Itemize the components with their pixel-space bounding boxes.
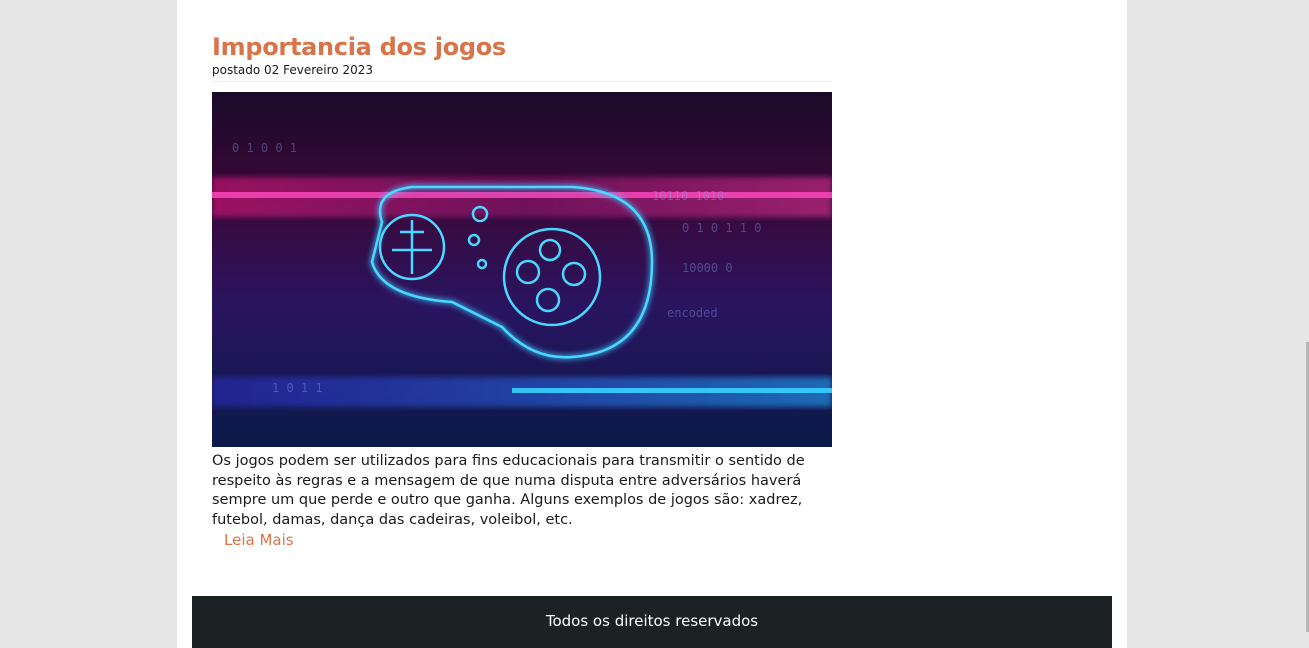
svg-text:0 1 0 1 1 0: 0 1 0 1 1 0 bbox=[682, 221, 761, 235]
footer-text: Todos os direitos reservados bbox=[545, 612, 759, 630]
post-body: Os jogos podem ser utilizados para fins … bbox=[212, 453, 805, 528]
post-date: postado 02 Fevereiro 2023 bbox=[212, 63, 373, 77]
read-more-link[interactable]: Leia Mais bbox=[224, 530, 294, 550]
svg-text:0 1 0 0 1: 0 1 0 0 1 bbox=[232, 141, 297, 155]
svg-text:encoded: encoded bbox=[667, 306, 718, 320]
svg-text:1 0 1 1: 1 0 1 1 bbox=[272, 381, 323, 395]
blog-post: Importancia dos jogos postado 02 Feverei… bbox=[212, 32, 832, 550]
svg-text:10110 1010: 10110 1010 bbox=[652, 189, 724, 203]
post-divider bbox=[212, 81, 832, 82]
svg-text:10000 0: 10000 0 bbox=[682, 261, 733, 275]
footer: Todos os direitos reservados bbox=[192, 596, 1112, 648]
post-image: 10110 1010 0 1 0 1 1 0 10000 0 encoded 0… bbox=[212, 92, 832, 447]
page-container: Importancia dos jogos postado 02 Feverei… bbox=[177, 0, 1127, 648]
post-title[interactable]: Importancia dos jogos bbox=[212, 32, 832, 62]
